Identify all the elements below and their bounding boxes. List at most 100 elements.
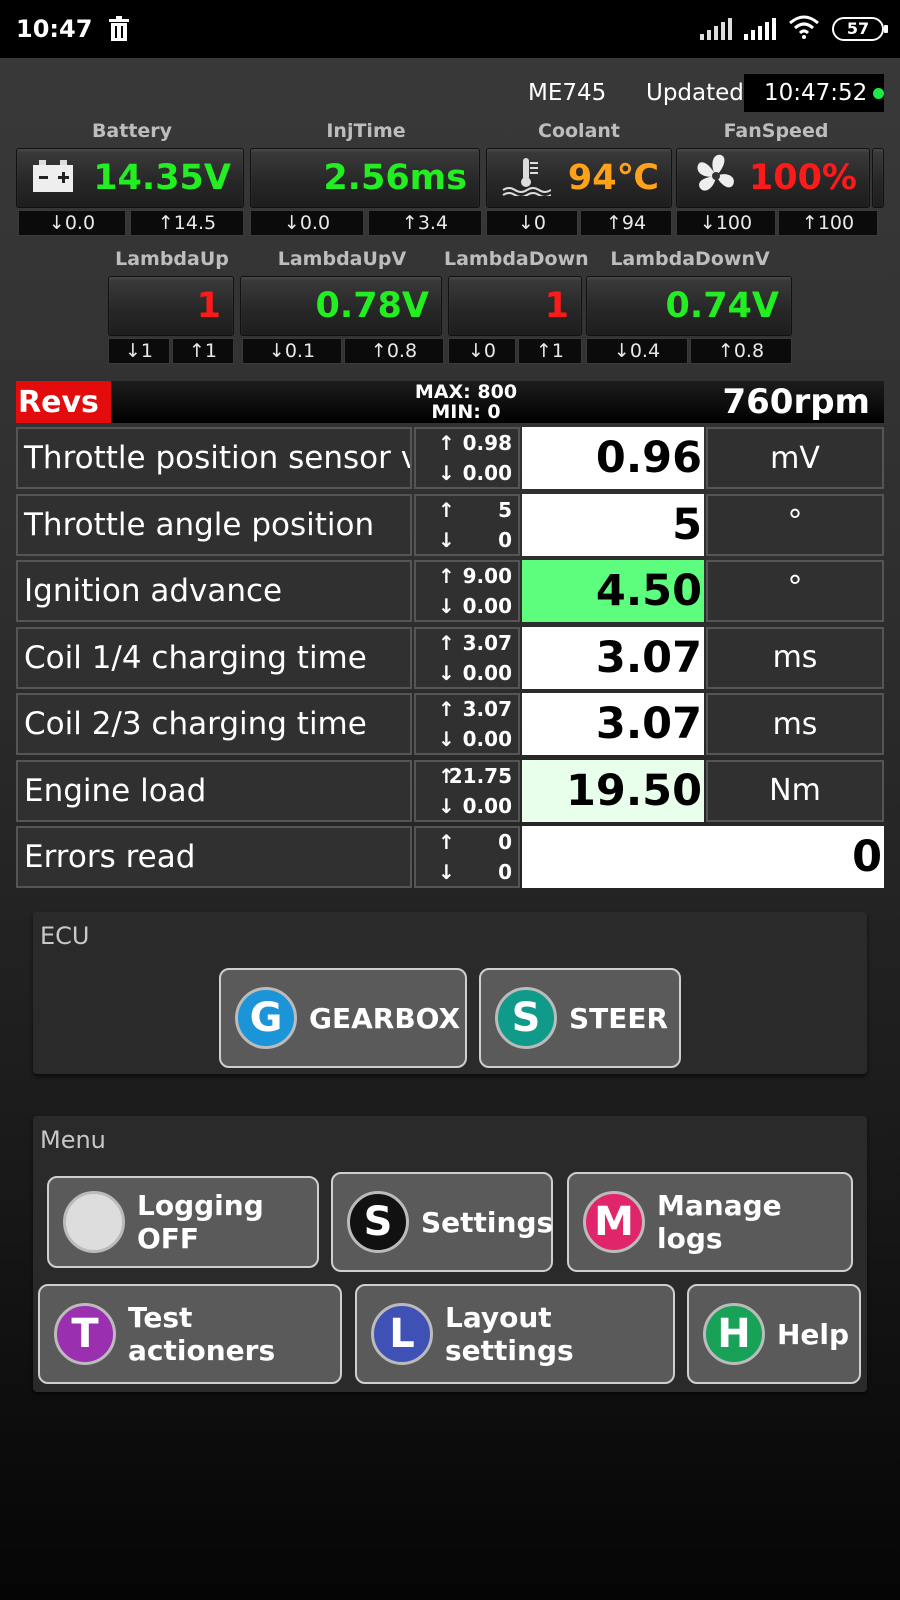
row-max-value: 21.75	[448, 763, 512, 788]
lambda-value-3: 0.74V	[665, 286, 779, 326]
arrow-up-icon: ↑	[438, 630, 455, 655]
row-name: Ignition advance	[16, 560, 412, 622]
lambda-gauge-1: 0.78V	[240, 276, 442, 336]
wifi-icon	[788, 15, 820, 43]
lambda-label-3: LambdaDownV	[610, 248, 770, 270]
status-dot	[873, 87, 884, 99]
lambda-min-2: ↓0	[448, 338, 516, 364]
revs-bar: Revs MAX: 800 MIN: 0 760rpm	[16, 381, 884, 423]
test-actioners-button[interactable]: T Test actioners	[38, 1284, 342, 1384]
top-value-2: 94℃	[567, 158, 659, 198]
manage-logs-button[interactable]: M Manage logs	[567, 1172, 853, 1272]
row-minmax: ↑ 0 ↓ 0	[414, 826, 520, 888]
row-max: ↑ 3.07	[416, 697, 518, 725]
car-battery-icon	[31, 158, 75, 198]
coolant-temp-icon	[501, 156, 552, 200]
row-max-value: 3.07	[462, 630, 512, 655]
row-max-value: 3.07	[462, 697, 512, 721]
status-time: 10:47	[16, 15, 93, 43]
row-max: ↑ 0	[416, 830, 518, 858]
fan-icon	[691, 151, 741, 205]
top-label-2: Coolant	[538, 120, 620, 142]
row-max: ↑ 5	[416, 498, 518, 526]
row-max: ↑ 21.75	[416, 764, 518, 792]
test-actioners-letter-icon: T	[54, 1303, 116, 1365]
row-min-value: 0.00	[462, 727, 512, 751]
top-label-1: InjTime	[326, 120, 406, 142]
status-bar: 10:47 57	[0, 0, 900, 58]
lambda-max-0: ↑1	[172, 338, 234, 364]
table-row: Errors read ↑ 0 ↓ 0 0	[16, 826, 884, 888]
top-gauge-2: 94℃	[486, 148, 672, 208]
lambda-value-2: 1	[544, 286, 569, 326]
row-minmax: ↑ 3.07 ↓ 0.00	[414, 626, 520, 689]
arrow-down-icon: ↓	[438, 594, 455, 618]
ecu-panel: ECU G GEARBOX S STEER	[33, 912, 867, 1074]
lambda-max-1: ↑0.8	[344, 338, 444, 364]
row-name: Coil 1/4 charging time	[16, 626, 412, 689]
help-button[interactable]: H Help	[687, 1284, 861, 1384]
row-minmax: ↑ 0.98 ↓ 0.00	[414, 427, 520, 489]
top-value-3: 100%	[748, 158, 857, 198]
gearbox-label: GEARBOX	[309, 1001, 461, 1035]
row-unit: ms	[706, 626, 884, 689]
logging-toggle-button[interactable]: Logging OFF	[47, 1176, 319, 1268]
top-value-1: 2.56ms	[323, 158, 467, 198]
top-label-0: Battery	[91, 120, 173, 142]
row-min: ↓ 0	[416, 528, 518, 556]
steer-button[interactable]: S STEER	[479, 968, 681, 1068]
steer-label: STEER	[569, 1001, 669, 1035]
row-min-value: 0.00	[462, 793, 512, 818]
menu-title: Menu	[40, 1126, 106, 1154]
table-row: Ignition advance ↑ 9.00 ↓ 0.00 4.50 °	[16, 560, 884, 622]
settings-label: Settings	[421, 1205, 554, 1239]
row-max-value: 0	[498, 830, 512, 854]
manage-logs-letter-icon: M	[583, 1191, 645, 1253]
arrow-down-icon: ↓	[438, 527, 455, 552]
trash-icon	[108, 16, 130, 42]
arrow-down-icon: ↓	[438, 461, 455, 485]
manage-logs-label: Manage logs	[657, 1189, 782, 1255]
revs-label: Revs	[16, 381, 111, 423]
row-max: ↑ 9.00	[416, 564, 518, 592]
row-unit: °	[706, 560, 884, 622]
signal-icon-2	[744, 18, 776, 40]
settings-button[interactable]: S Settings	[331, 1172, 553, 1272]
row-name: Engine load	[16, 759, 412, 822]
row-value: 0	[522, 826, 884, 888]
row-minmax: ↑ 3.07 ↓ 0.00	[414, 693, 520, 755]
row-name: Errors read	[16, 826, 412, 888]
arrow-down-icon: ↓	[438, 860, 455, 884]
lambda-label-0: LambdaUp	[115, 248, 229, 270]
row-value: 19.50	[522, 759, 704, 822]
row-unit: ms	[706, 693, 884, 755]
table-row: Throttle position sensor vol ↑ 0.98 ↓ 0.00 0.…	[16, 427, 884, 489]
row-max: ↑ 0.98	[416, 431, 518, 459]
row-name: Throttle angle position	[16, 493, 412, 556]
layout-settings-letter-icon: L	[371, 1303, 433, 1365]
row-max: ↑ 3.07	[416, 631, 518, 659]
logging-label: Logging OFF	[137, 1189, 264, 1255]
top-label-3: FanSpeed	[723, 120, 829, 142]
lambda-value-1: 0.78V	[315, 286, 429, 326]
row-value: 3.07	[522, 693, 704, 755]
row-min: ↓ 0.00	[416, 594, 518, 622]
row-min: ↓ 0.00	[416, 727, 518, 755]
row-min-value: 0.00	[462, 660, 512, 685]
arrow-down-icon: ↓	[438, 727, 455, 751]
row-min-value: 0.00	[462, 594, 512, 618]
gearbox-button[interactable]: G GEARBOX	[219, 968, 467, 1068]
top-max-1: ↑3.4	[368, 210, 482, 236]
app-header: ME745 Updated: 10:47:52	[0, 74, 900, 112]
revs-max: MAX: 800	[414, 381, 518, 403]
layout-settings-button[interactable]: L Layout settings	[355, 1284, 675, 1384]
table-row: Coil 2/3 charging time ↑ 3.07 ↓ 0.00 3.07 ms	[16, 693, 884, 755]
arrow-up-icon: ↑	[438, 497, 455, 522]
table-row: Throttle angle position ↑ 5 ↓ 0 5 °	[16, 493, 884, 556]
lambda-label-2: LambdaDown	[444, 248, 589, 270]
row-value: 3.07	[522, 626, 704, 689]
revs-min: MIN: 0	[431, 401, 501, 423]
row-minmax: ↑ 9.00 ↓ 0.00	[414, 560, 520, 622]
top-gauge-0: 14.35V	[16, 148, 244, 208]
top-value-0: 14.35V	[93, 158, 231, 198]
